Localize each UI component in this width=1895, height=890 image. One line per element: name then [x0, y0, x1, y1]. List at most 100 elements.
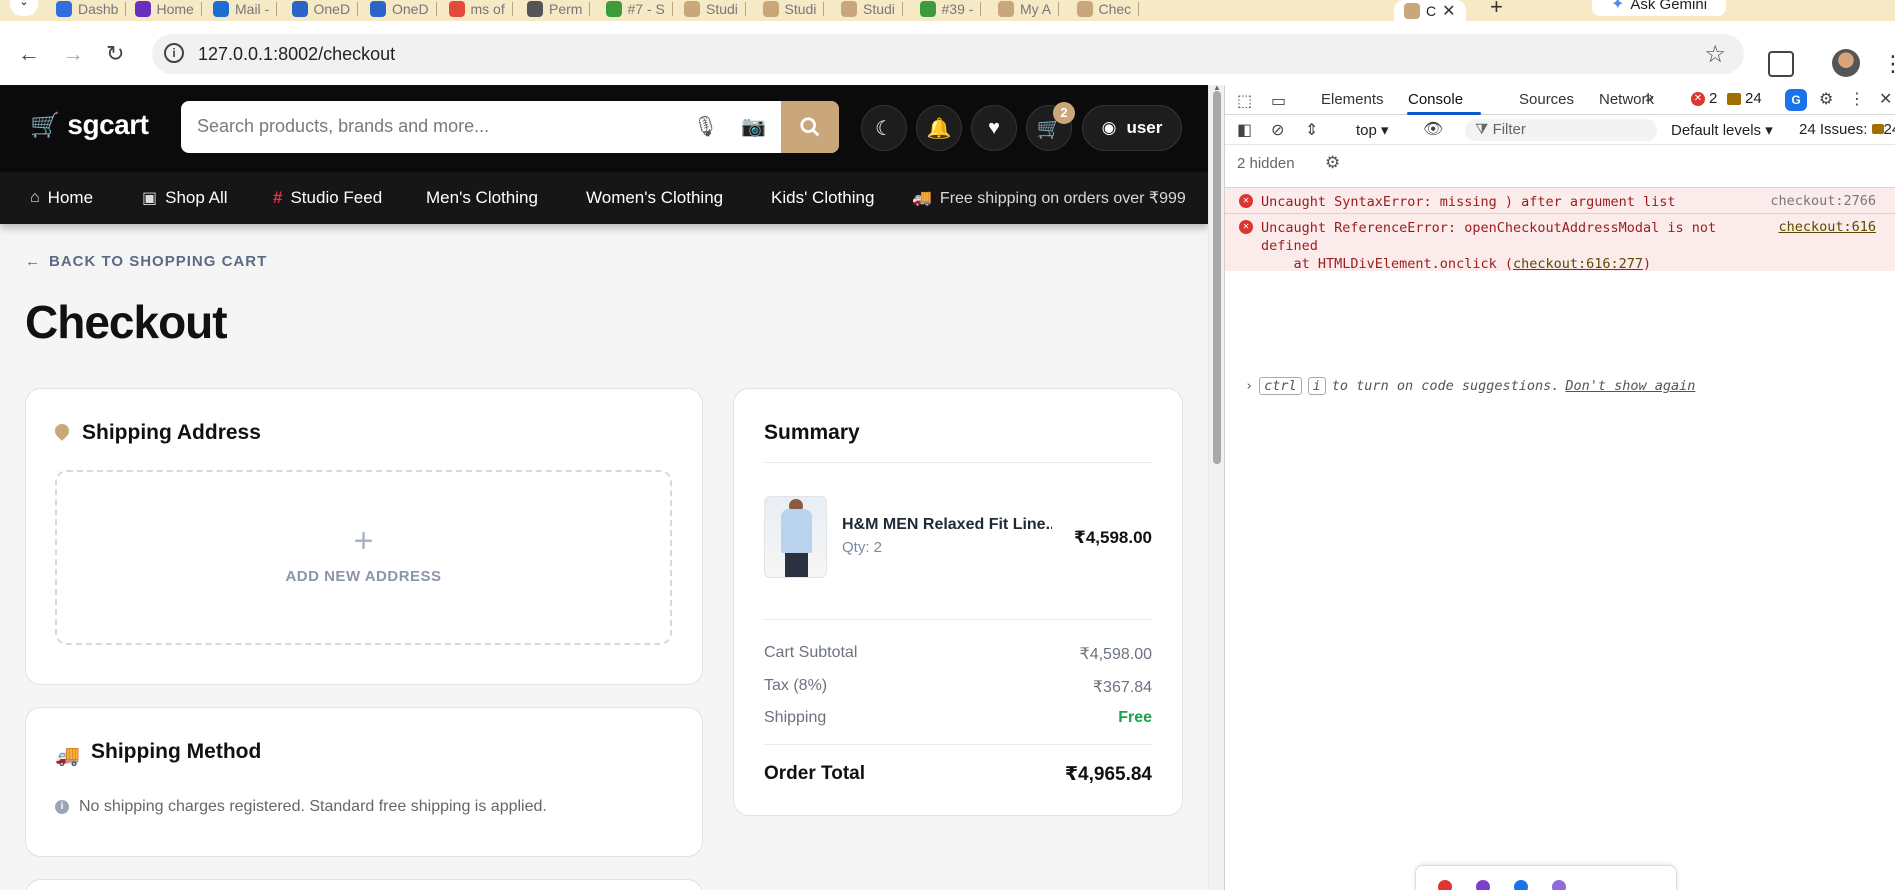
nav-item-mens[interactable]: Men's Clothing	[426, 188, 538, 208]
bookmark-star-icon[interactable]: ☆	[1704, 40, 1726, 69]
nav-item-label: Home	[47, 188, 94, 207]
error-count[interactable]: ✕ 2	[1691, 90, 1717, 107]
divider	[764, 744, 1152, 745]
error-source-link[interactable]: checkout:616	[1778, 219, 1876, 235]
browser-tab[interactable]: #7 - S	[605, 0, 673, 18]
settings-gear-icon[interactable]: ⚙	[1819, 89, 1833, 109]
dock-blue-icon[interactable]	[1514, 880, 1528, 890]
browser-tab[interactable]: ms of	[448, 0, 513, 18]
nav-item-kids[interactable]: Kids' Clothing	[771, 188, 874, 208]
context-selector[interactable]: top ▾	[1356, 121, 1389, 139]
cart-count-badge: 2	[1053, 102, 1075, 124]
scrollbar-thumb[interactable]	[1213, 91, 1221, 464]
inspect-element-icon[interactable]: ⬚	[1237, 91, 1252, 111]
camera-icon[interactable]: 📷	[741, 114, 766, 139]
search-input[interactable]: Search products, brands and more...	[197, 116, 489, 137]
issues-button[interactable]: 24 Issues: 24	[1799, 121, 1895, 138]
gemini-sparkle-icon: ✦	[1610, 0, 1625, 13]
error-stack-link[interactable]: checkout:616:277	[1513, 256, 1643, 272]
browser-tab[interactable]: Chec	[1076, 0, 1140, 18]
site-info-icon[interactable]: i	[164, 43, 184, 63]
tab-sources[interactable]: Sources	[1519, 91, 1574, 108]
tab-search-chevron-icon[interactable]: ⌄	[10, 0, 38, 16]
tab-elements[interactable]: Elements	[1321, 91, 1384, 108]
ask-gemini-button[interactable]: ✦ Ask Gemini	[1592, 0, 1726, 16]
page-title: Checkout	[25, 296, 228, 348]
browser-tab[interactable]: #39 -	[919, 0, 982, 18]
nav-item-home[interactable]: ⌂ Home	[30, 188, 93, 208]
warning-count[interactable]: 24	[1727, 90, 1762, 107]
reload-icon[interactable]: ↻	[106, 41, 124, 67]
shipping-method-card: 🚚 Shipping Method i No shipping charges …	[25, 707, 703, 857]
ctrl-key: ctrl	[1259, 377, 1302, 395]
browser-menu-icon[interactable]: ⋮	[1882, 51, 1895, 77]
i-key: i	[1307, 377, 1326, 395]
browser-tab[interactable]: Dashb	[56, 0, 127, 18]
nav-item-shop-all[interactable]: ▣ Shop All	[142, 188, 228, 208]
page-scrollbar[interactable]: ▲	[1208, 83, 1224, 890]
tab-favicon-icon	[919, 1, 936, 17]
nav-item-label: Kids' Clothing	[771, 188, 875, 207]
tab-active-checkout[interactable]: C ✕	[1394, 0, 1466, 21]
clear-console-icon[interactable]: ⊘	[1271, 120, 1284, 140]
address-bar[interactable]: i 127.0.0.1:8002/checkout ☆	[152, 34, 1744, 74]
sidebar-toggle-icon[interactable]: ◧	[1237, 120, 1252, 140]
error-source-link[interactable]: checkout:2766	[1770, 193, 1876, 209]
console-settings-icon[interactable]: ⚙	[1325, 153, 1340, 173]
tab-console[interactable]: Console	[1408, 91, 1463, 108]
user-menu-button[interactable]: ◉ user	[1082, 105, 1182, 151]
device-toolbar-icon[interactable]: ▭	[1271, 91, 1286, 111]
tab-favicon-icon	[213, 1, 229, 17]
dock-red-icon[interactable]	[1438, 880, 1452, 890]
site-logo[interactable]: 🛒 sgcart	[30, 109, 149, 141]
product-name[interactable]: H&M MEN Relaxed Fit Line...	[842, 516, 1052, 534]
browser-tab[interactable]: Home	[134, 0, 202, 18]
tab-label: Studi	[706, 1, 738, 17]
browser-tab[interactable]: Studi	[841, 0, 903, 18]
search-button[interactable]	[781, 101, 839, 153]
eye-icon[interactable]: 👁	[1423, 119, 1443, 139]
collapse-icon[interactable]: ⇕	[1305, 120, 1318, 140]
tab-favicon-icon	[762, 1, 779, 17]
tab-label: Chec	[1098, 1, 1132, 17]
nav-item-womens[interactable]: Women's Clothing	[586, 188, 723, 208]
close-tab-icon[interactable]: ✕	[1442, 1, 1455, 21]
more-tabs-chevron-icon[interactable]: »	[1645, 89, 1654, 107]
browser-tab[interactable]: OneD	[370, 0, 437, 18]
filter-input[interactable]: ⧩ Filter	[1465, 119, 1657, 141]
forward-arrow-icon[interactable]: →	[62, 41, 84, 67]
browser-tab[interactable]: Studi	[684, 0, 746, 18]
browser-tab[interactable]: My A	[998, 0, 1060, 18]
log-levels-dropdown[interactable]: Default levels ▾	[1671, 121, 1773, 139]
more-options-icon[interactable]: ⋮	[1849, 89, 1865, 109]
close-devtools-icon[interactable]: ✕	[1879, 89, 1892, 109]
microphone-icon[interactable]: 🎙	[693, 114, 718, 139]
console-error-message[interactable]: ✕ Uncaught SyntaxError: missing ) after …	[1225, 187, 1895, 213]
add-new-address-button[interactable]: + ADD NEW ADDRESS	[55, 470, 672, 645]
cart-button[interactable]: 🛒 2	[1026, 102, 1075, 151]
ai-assistance-icon[interactable]: G	[1785, 89, 1807, 111]
dont-show-again-link[interactable]: Don't show again	[1565, 378, 1695, 394]
back-to-cart-link[interactable]: ← BACK TO SHOPPING CART	[25, 253, 267, 270]
tab-favicon-icon	[605, 1, 622, 17]
browser-tab[interactable]: Mail -	[213, 0, 278, 18]
dock-lavender-icon[interactable]	[1552, 880, 1566, 890]
console-error-message[interactable]: ✕ Uncaught ReferenceError: openCheckoutA…	[1225, 213, 1895, 272]
dock-purple-icon[interactable]	[1476, 880, 1490, 890]
extensions-puzzle-icon[interactable]	[1768, 51, 1794, 77]
bell-icon: 🔔	[926, 117, 952, 140]
browser-tab[interactable]: Perm	[527, 0, 591, 18]
browser-tab[interactable]: Studi	[762, 0, 825, 18]
product-thumbnail[interactable]	[764, 496, 827, 578]
browser-tab[interactable]: OneD	[291, 0, 359, 18]
url-text[interactable]: 127.0.0.1:8002/checkout	[198, 44, 395, 65]
search-bar[interactable]: Search products, brands and more... 🎙 📷	[181, 101, 839, 153]
dark-mode-toggle[interactable]: ☾	[861, 105, 907, 151]
expand-chevron-icon[interactable]: ›	[1245, 378, 1253, 394]
back-arrow-icon[interactable]: ←	[18, 41, 40, 67]
profile-avatar[interactable]	[1832, 49, 1860, 77]
nav-item-studio-feed[interactable]: # Studio Feed	[273, 188, 382, 208]
wishlist-button[interactable]: ♥	[971, 105, 1017, 151]
new-tab-button[interactable]: +	[1490, 0, 1503, 20]
notifications-button[interactable]: 🔔	[916, 105, 962, 151]
